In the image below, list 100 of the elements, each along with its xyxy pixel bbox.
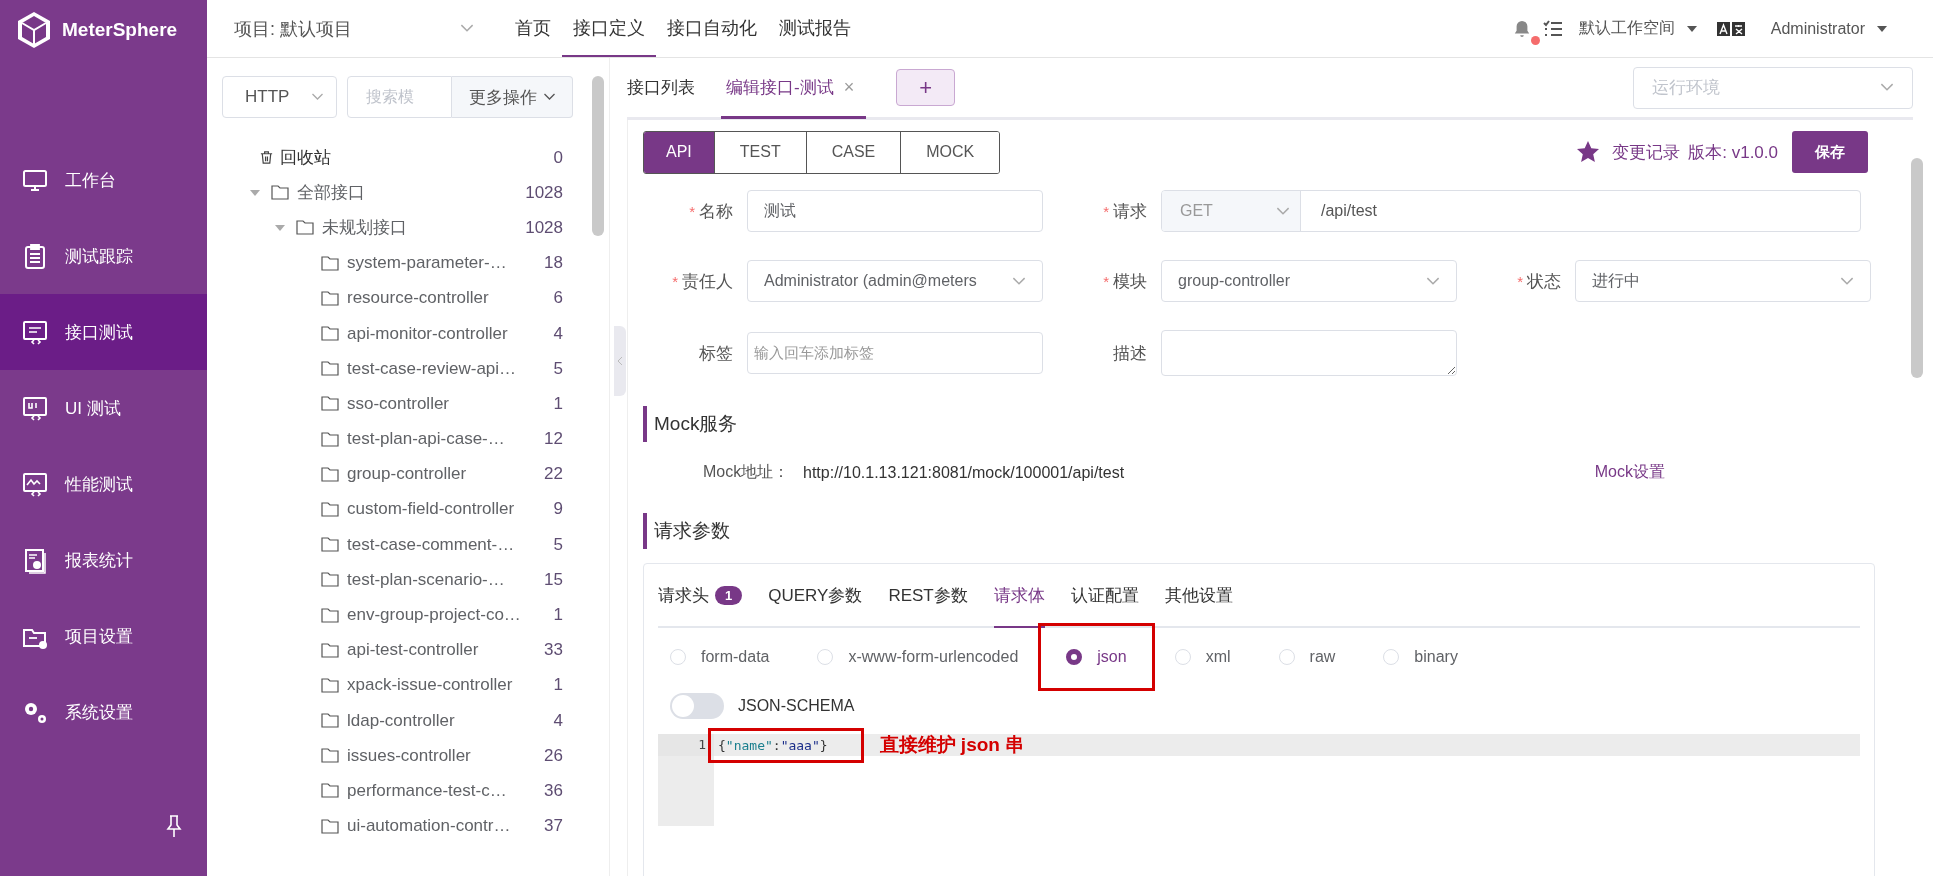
sidebar-item[interactable]: 系统设置: [0, 674, 207, 750]
history-link[interactable]: 变更记录: [1612, 140, 1681, 164]
field-label: 标签: [699, 342, 733, 365]
dropdown-field[interactable]: group-controller: [1161, 260, 1457, 302]
tree-item[interactable]: sso-controller: [347, 393, 548, 414]
required-mark: *: [689, 202, 695, 220]
param-tab[interactable]: 其他设置: [1164, 564, 1233, 628]
version-label: 版本: v1.0.0: [1688, 141, 1778, 164]
param-tab[interactable]: 认证配置: [1070, 564, 1139, 628]
nav-tab[interactable]: 接口定义: [562, 0, 656, 57]
tree-item[interactable]: api-monitor-controller: [347, 323, 548, 344]
mode-tab[interactable]: MOCK: [900, 131, 1000, 173]
body-type-radio[interactable]: json: [1066, 648, 1127, 666]
item-count: 4: [553, 710, 563, 731]
dropdown-field[interactable]: 进行中: [1575, 260, 1871, 302]
param-tab[interactable]: QUERY参数: [768, 564, 863, 628]
chevron-icon[interactable]: [1426, 276, 1440, 286]
project-select[interactable]: 项目: 默认项目: [234, 16, 474, 41]
tree-item[interactable]: env-group-project-co…: [347, 605, 548, 626]
tree-item[interactable]: 未规划接口: [322, 216, 520, 240]
scrollbar[interactable]: [592, 76, 604, 236]
tree-item[interactable]: 全部接口: [297, 181, 520, 205]
chevron-icon[interactable]: [542, 93, 556, 101]
dropdown-field[interactable]: Administrator (admin@meters: [747, 260, 1043, 302]
tree-item[interactable]: system-parameter-…: [347, 253, 539, 274]
code-screen-icon: [21, 318, 49, 346]
tree-item[interactable]: ldap-controller: [347, 710, 548, 731]
sidebar-item[interactable]: 性能测试: [0, 446, 207, 522]
tree-item[interactable]: test-case-review-api…: [347, 358, 548, 379]
name-field[interactable]: 测试: [747, 190, 1043, 232]
item-count: 15: [544, 569, 563, 590]
item-count: 18: [544, 253, 563, 274]
param-tab[interactable]: 请求头 1: [658, 564, 743, 628]
nav-tab[interactable]: 接口自动化: [656, 0, 768, 57]
body-type-radio[interactable]: form-data: [670, 648, 770, 666]
tree-item[interactable]: test-case-comment-…: [347, 534, 548, 555]
tree-item[interactable]: xpack-issue-controller: [347, 675, 548, 696]
tree-item[interactable]: ui-automation-contr…: [347, 816, 539, 837]
body-type-radio[interactable]: binary: [1383, 648, 1458, 666]
mode-tab[interactable]: API: [644, 131, 714, 173]
item-count: 22: [544, 464, 563, 485]
count-badge: 1: [715, 585, 743, 605]
tree-item[interactable]: custom-field-controller: [347, 499, 548, 520]
search-field[interactable]: 搜索模: [347, 76, 452, 118]
bell-icon[interactable]: [1512, 18, 1531, 39]
user-menu[interactable]: Administrator: [1770, 19, 1865, 38]
folder-icon: [321, 537, 339, 553]
code-line[interactable]: {"name":"aaa"}: [718, 737, 828, 753]
chevron-icon[interactable]: [1880, 83, 1894, 92]
nav-tab[interactable]: 首页: [504, 0, 562, 57]
sidebar-item[interactable]: 项目设置: [0, 598, 207, 674]
checklist-icon[interactable]: [1542, 19, 1563, 38]
description-field[interactable]: [1161, 330, 1457, 376]
sidebar-item[interactable]: 工作台: [0, 142, 207, 218]
tree-item[interactable]: api-test-controller: [347, 640, 539, 661]
tree-item[interactable]: performance-test-c…: [347, 780, 539, 801]
tree-item[interactable]: test-plan-api-case-…: [347, 429, 539, 450]
item-count: 26: [544, 745, 563, 766]
required-mark: *: [1103, 202, 1109, 220]
add-tab-button[interactable]: +: [896, 69, 956, 106]
body-type-radio[interactable]: xml: [1174, 648, 1231, 666]
sidebar-item[interactable]: 报表统计: [0, 522, 207, 598]
sidebar-item[interactable]: 接口测试: [0, 294, 207, 370]
caret-icon[interactable]: [1686, 25, 1697, 32]
translate-icon[interactable]: [1716, 20, 1745, 37]
nav-tab[interactable]: 测试报告: [768, 0, 862, 57]
scrollbar[interactable]: [1911, 158, 1923, 378]
body-type-radio[interactable]: raw: [1278, 648, 1336, 666]
item-count: 5: [553, 358, 563, 379]
chevron-icon[interactable]: [460, 24, 474, 33]
editor-tab[interactable]: 接口列表: [627, 59, 707, 119]
tags-field[interactable]: 输入回车添加标签: [747, 332, 1043, 374]
star-icon[interactable]: [1576, 140, 1601, 164]
chevron-icon[interactable]: [1840, 276, 1854, 286]
item-count: 4: [553, 323, 563, 344]
body-type-radio[interactable]: x-www-form-urlencoded: [817, 648, 1019, 666]
caret-icon[interactable]: [1877, 25, 1887, 32]
collapse-handle[interactable]: [614, 326, 626, 396]
tree-item[interactable]: group-controller: [347, 464, 539, 485]
toggle-switch[interactable]: [670, 693, 724, 719]
sidebar-item[interactable]: UI 测试: [0, 370, 207, 446]
tree-item[interactable]: issues-controller: [347, 745, 539, 766]
tree-item[interactable]: test-plan-scenario-…: [347, 569, 539, 590]
required-mark: *: [1103, 272, 1109, 290]
item-count: 1: [553, 605, 563, 626]
protocol-select[interactable]: HTTP: [222, 76, 337, 118]
chevron-icon[interactable]: [1012, 276, 1026, 286]
param-tab[interactable]: 请求体: [993, 564, 1045, 628]
workspace-menu[interactable]: 默认工作空间: [1578, 18, 1675, 39]
pin-icon[interactable]: [166, 814, 182, 838]
tree-item[interactable]: resource-controller: [347, 288, 548, 309]
tree-item[interactable]: 回收站: [280, 146, 548, 170]
sidebar-item[interactable]: 测试跟踪: [0, 218, 207, 294]
field-label: 责任人: [682, 270, 733, 293]
more-actions-button[interactable]: 更多操作: [452, 76, 573, 118]
mock-settings-link[interactable]: Mock设置: [1594, 462, 1665, 483]
save-button[interactable]: 保存: [1792, 131, 1868, 173]
item-count: 36: [544, 780, 563, 801]
editor-tab[interactable]: 编辑接口-测试 ×: [721, 59, 867, 119]
param-tab[interactable]: REST参数: [888, 564, 968, 628]
